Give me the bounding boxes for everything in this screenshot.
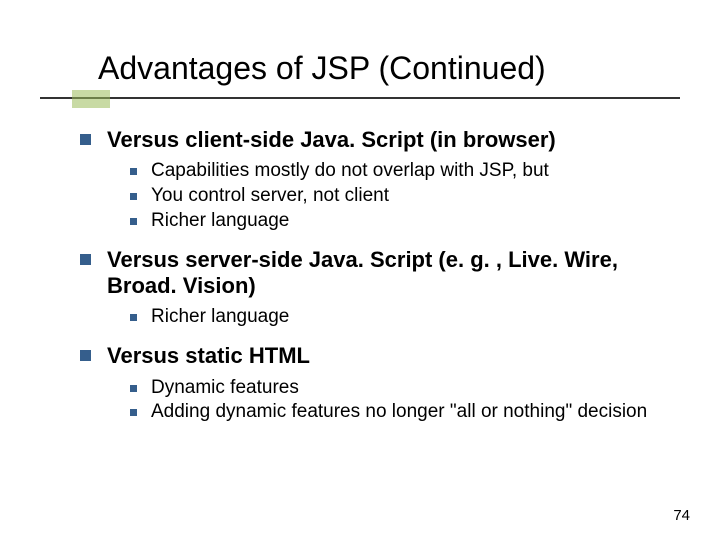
bullet-icon xyxy=(80,134,91,145)
list-item: Richer language xyxy=(130,209,680,233)
list-item: Versus static HTML Dynamic features Addi… xyxy=(80,343,680,424)
accent-box xyxy=(72,90,110,108)
section-heading: Versus server-side Java. Script (e. g. ,… xyxy=(107,247,680,300)
sub-item-text: Dynamic features xyxy=(151,376,299,400)
bullet-icon xyxy=(130,193,137,200)
bullet-icon xyxy=(130,218,137,225)
title-underline xyxy=(40,97,680,99)
list-item: Versus server-side Java. Script (e. g. ,… xyxy=(80,247,680,330)
bullet-icon xyxy=(130,385,137,392)
section-heading: Versus client-side Java. Script (in brow… xyxy=(107,127,556,153)
page-number: 74 xyxy=(673,507,690,524)
bullet-icon xyxy=(80,254,91,265)
list-item: You control server, not client xyxy=(130,184,680,208)
sub-item-text: Richer language xyxy=(151,305,289,329)
slide-title: Advantages of JSP (Continued) xyxy=(40,50,680,99)
sub-item-text: Adding dynamic features no longer "all o… xyxy=(151,400,647,424)
bullet-list: Versus client-side Java. Script (in brow… xyxy=(80,127,680,424)
bullet-icon xyxy=(130,409,137,416)
slide: Advantages of JSP (Continued) Versus cli… xyxy=(0,0,720,540)
list-item: Richer language xyxy=(130,305,680,329)
sub-item-text: You control server, not client xyxy=(151,184,389,208)
bullet-icon xyxy=(130,314,137,321)
bullet-icon xyxy=(80,350,91,361)
bullet-icon xyxy=(130,168,137,175)
sub-list: Capabilities mostly do not overlap with … xyxy=(80,159,680,232)
list-item: Dynamic features xyxy=(130,376,680,400)
slide-content: Versus client-side Java. Script (in brow… xyxy=(40,127,680,424)
list-item: Capabilities mostly do not overlap with … xyxy=(130,159,680,183)
sub-list: Dynamic features Adding dynamic features… xyxy=(80,376,680,425)
sub-list: Richer language xyxy=(80,305,680,329)
list-item: Versus client-side Java. Script (in brow… xyxy=(80,127,680,233)
title-area: Advantages of JSP (Continued) xyxy=(40,50,680,99)
section-heading: Versus static HTML xyxy=(107,343,310,369)
sub-item-text: Richer language xyxy=(151,209,289,233)
sub-item-text: Capabilities mostly do not overlap with … xyxy=(151,159,549,183)
list-item: Adding dynamic features no longer "all o… xyxy=(130,400,680,424)
